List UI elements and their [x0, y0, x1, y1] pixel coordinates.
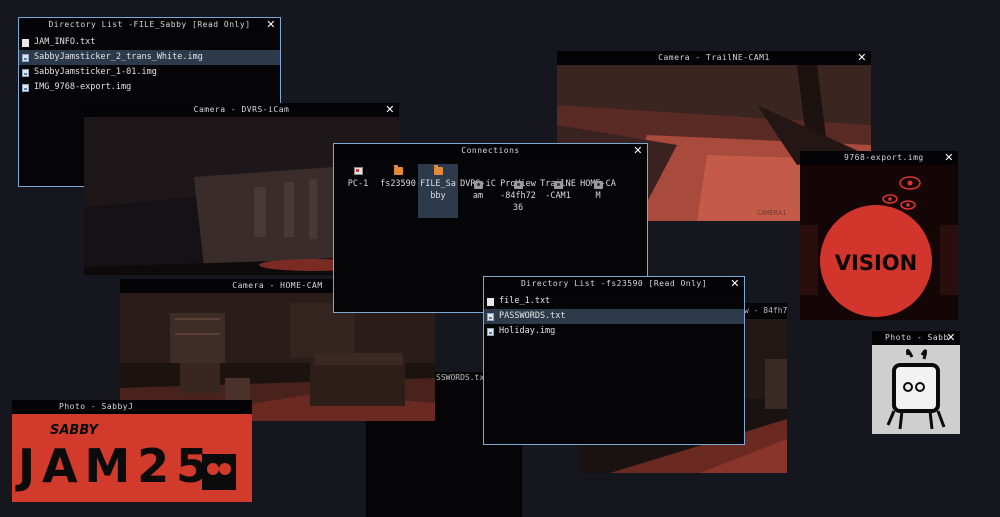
file-name: file_1.txt	[499, 296, 551, 306]
connection-node[interactable]: FILE_Sabby	[418, 164, 458, 218]
connection-label: fs23590	[380, 179, 416, 189]
photo-image: VISION	[800, 165, 958, 320]
close-icon[interactable]: ✕	[266, 18, 276, 32]
file-row[interactable]: PASSWORDS.txt	[484, 309, 744, 324]
camera-icon	[473, 181, 483, 189]
file-row[interactable]: JAM_INFO.txt	[19, 35, 280, 50]
close-icon[interactable]: ✕	[633, 144, 643, 158]
window-titlebar[interactable]: Photo - Sabb ✕	[872, 331, 960, 345]
window-title: Photo - SabbyJ	[59, 402, 134, 411]
connection-node[interactable]: TrailNE-CAM1	[538, 164, 578, 218]
image-file-icon	[22, 53, 29, 62]
connection-node[interactable]: HOME-CAM	[578, 164, 618, 218]
window-titlebar[interactable]: Camera - TrailNE-CAM1 ✕	[557, 51, 871, 65]
window-photo-img9768[interactable]: 9768-export.img ✕ VISION	[800, 151, 958, 320]
window-title-fragment: w - 84fh7236	[744, 306, 787, 315]
sticker-top-text: SABBY	[50, 423, 100, 438]
file-name: IMG_9768-export.img	[34, 82, 132, 92]
window-title: Camera - DVRS-iCam	[193, 105, 290, 114]
window-photo-sabb[interactable]: Photo - Sabb ✕	[872, 331, 960, 434]
file-name: Holiday.img	[499, 326, 556, 336]
window-titlebar[interactable]: Photo - SabbyJ	[12, 400, 252, 414]
file-row[interactable]: SabbyJamsticker_1-01.img	[19, 65, 280, 80]
close-icon[interactable]: ✕	[946, 331, 956, 345]
connection-node[interactable]: DVRS-iCam	[458, 164, 498, 218]
window-directory-fs23590[interactable]: Directory List -fs23590 [Read Only] ✕ fi…	[483, 276, 745, 445]
connection-label: PC-1	[347, 179, 369, 189]
image-file-icon	[487, 312, 494, 321]
file-row[interactable]: IMG_9768-export.img	[19, 80, 280, 95]
file-list: file_1.txt PASSWORDS.txt Holiday.img	[484, 291, 744, 339]
file-list: JAM_INFO.txt SabbyJamsticker_2_trans_Whit…	[19, 32, 280, 95]
window-title: Camera - TrailNE-CAM1	[658, 53, 770, 62]
file-name: SabbyJamsticker_2_trans_White.img	[34, 52, 203, 62]
close-icon[interactable]: ✕	[730, 277, 740, 291]
image-file-icon	[22, 83, 29, 92]
window-title: Directory List -fs23590 [Read Only]	[520, 279, 708, 288]
window-titlebar[interactable]: Connections ✕	[334, 144, 647, 158]
close-icon[interactable]: ✕	[385, 103, 395, 117]
file-name: SabbyJamsticker_1-01.img	[34, 67, 157, 77]
camera-icon	[513, 181, 523, 189]
image-file-icon	[22, 68, 29, 77]
close-icon[interactable]: ✕	[944, 151, 954, 165]
window-title: Directory List -FILE_Sabby [Read Only]	[48, 20, 251, 29]
close-icon[interactable]: ✕	[857, 51, 867, 65]
connection-node[interactable]: fs23590	[378, 164, 418, 218]
connection-label: FILE_Sabby	[420, 179, 456, 201]
image-file-icon	[487, 327, 494, 336]
pc-icon	[353, 167, 363, 175]
camera-icon	[553, 181, 563, 189]
window-title: Camera - HOME-CAM	[232, 281, 323, 290]
window-title: 9768-export.img	[844, 153, 924, 162]
file-name: JAM_INFO.txt	[34, 37, 96, 47]
photo-image	[872, 345, 960, 434]
connection-node[interactable]: PC-1	[338, 164, 378, 218]
sticker-main-text: JAM25	[15, 439, 208, 493]
folder-icon	[433, 165, 443, 175]
text-file-icon	[22, 38, 29, 47]
camera-icon	[593, 181, 603, 189]
file-row[interactable]: Holiday.img	[484, 324, 744, 339]
vision-text: VISION	[835, 251, 917, 275]
window-titlebar[interactable]: Camera - DVRS-iCam ✕	[84, 103, 399, 117]
window-title: Photo - Sabb	[885, 333, 949, 342]
window-titlebar[interactable]: 9768-export.img ✕	[800, 151, 958, 165]
folder-icon	[393, 165, 403, 175]
window-titlebar[interactable]: Directory List -fs23590 [Read Only] ✕	[484, 277, 744, 291]
connection-grid: PC-1 fs23590 FILE_Sabby DVRS-iCam ProView-84…	[334, 158, 647, 218]
photo-image: SABBY JAM25	[12, 414, 252, 502]
window-title-fragment: SSWORDS.tx	[436, 373, 485, 382]
connection-node[interactable]: ProView-84fh7236	[498, 164, 538, 218]
file-row[interactable]: file_1.txt	[484, 294, 744, 309]
window-photo-sabbyj[interactable]: Photo - SabbyJ SABBY JAM25	[12, 400, 252, 502]
file-name: PASSWORDS.txt	[499, 311, 566, 321]
text-file-icon	[487, 297, 494, 306]
window-title: Connections	[461, 146, 520, 155]
camera-label: CAMERA1	[757, 209, 787, 217]
file-row[interactable]: SabbyJamsticker_2_trans_White.img	[19, 50, 280, 65]
window-titlebar[interactable]: Directory List -FILE_Sabby [Read Only] ✕	[19, 18, 280, 32]
